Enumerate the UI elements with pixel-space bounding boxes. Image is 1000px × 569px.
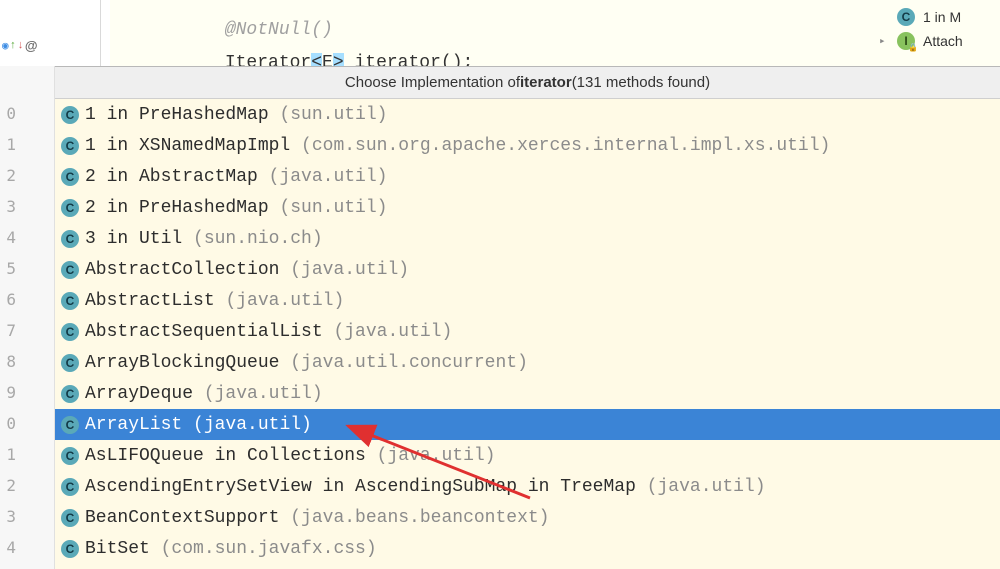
gutter: ◉ ↑ ↓ @ xyxy=(0,0,55,66)
list-item-package: (java.beans.beancontext) xyxy=(290,508,549,528)
list-item[interactable]: C 3 in Util (sun.nio.ch) xyxy=(55,223,1000,254)
list-item-package: (java.util) xyxy=(333,322,452,342)
list-item-name: 1 in XSNamedMapImpl xyxy=(85,136,301,156)
list-item[interactable]: C AbstractList (java.util) xyxy=(55,285,1000,316)
arrow-up-icon[interactable]: ↑ xyxy=(10,40,17,52)
list-item-package: (java.util) xyxy=(193,415,312,435)
line-number: 1 xyxy=(2,439,16,470)
popup-title-method: iterator xyxy=(520,74,572,91)
list-item[interactable]: C 1 in XSNamedMapImpl (com.sun.org.apache… xyxy=(55,130,1000,161)
list-item-name: 1 in PreHashedMap xyxy=(85,105,279,125)
class-icon: C xyxy=(61,540,79,558)
interface-icon: I🔒 xyxy=(897,32,915,50)
line-number: 5 xyxy=(2,253,16,284)
list-item[interactable]: C BeanContextSupport (java.beans.beancont… xyxy=(55,502,1000,533)
code-editor[interactable]: @NotNull() Iterator<E> iterator(); xyxy=(110,0,1000,66)
line-number: 6 xyxy=(2,284,16,315)
class-icon: C xyxy=(61,416,79,434)
line-number: 0 xyxy=(2,98,16,129)
chevron-right-icon[interactable]: ▸ xyxy=(879,34,889,48)
list-item-package: (java.util) xyxy=(647,477,766,497)
structure-label: 1 in M xyxy=(923,9,961,25)
list-item-name: 3 in Util xyxy=(85,229,193,249)
gutter-border xyxy=(100,0,101,66)
list-item[interactable]: C ArrayDeque (java.util) xyxy=(55,378,1000,409)
gutter-icons: ◉ ↑ ↓ @ xyxy=(2,38,38,53)
list-item-name: AbstractList xyxy=(85,291,225,311)
class-icon: C xyxy=(61,447,79,465)
list-item-name: 2 in PreHashedMap xyxy=(85,198,279,218)
line-number: 9 xyxy=(2,377,16,408)
list-item-name: ArrayBlockingQueue xyxy=(85,353,290,373)
list-item-package: (java.util.concurrent) xyxy=(290,353,528,373)
line-number-gutter: 0 1 2 3 4 5 6 7 8 9 0 1 2 3 4 xyxy=(0,66,55,569)
list-item[interactable]: C 2 in AbstractMap (java.util) xyxy=(55,161,1000,192)
popup-title: Choose Implementation of iterator (131 m… xyxy=(55,67,1000,99)
structure-item[interactable]: ▸ I🔒 Attach xyxy=(875,29,1000,53)
arrow-down-icon[interactable]: ↓ xyxy=(17,40,24,52)
structure-item[interactable]: C 1 in M xyxy=(875,5,1000,29)
popup-title-prefix: Choose Implementation of xyxy=(345,74,520,91)
list-item-name: AbstractCollection xyxy=(85,260,290,280)
line-number: 4 xyxy=(2,532,16,563)
class-icon: C xyxy=(61,509,79,527)
class-icon: C xyxy=(61,230,79,248)
class-icon: C xyxy=(61,137,79,155)
class-icon: C xyxy=(61,292,79,310)
class-icon: C xyxy=(897,8,915,26)
list-item-name: BeanContextSupport xyxy=(85,508,290,528)
lock-icon: 🔒 xyxy=(908,43,918,52)
line-number: 2 xyxy=(2,470,16,501)
class-icon: C xyxy=(61,106,79,124)
list-item-name: AscendingEntrySetView in AscendingSubMap… xyxy=(85,477,647,497)
list-item-package: (java.util) xyxy=(377,446,496,466)
line-number: 3 xyxy=(2,501,16,532)
structure-panel: C 1 in M ▸ I🔒 Attach xyxy=(875,5,1000,53)
list-item-package: (java.util) xyxy=(225,291,344,311)
list-item-package: (java.util) xyxy=(269,167,388,187)
list-item-package: (sun.nio.ch) xyxy=(193,229,323,249)
annotation-icon[interactable]: @ xyxy=(25,38,38,53)
line-number: 0 xyxy=(2,408,16,439)
list-item-package: (sun.util) xyxy=(279,105,387,125)
list-item-package: (com.sun.org.apache.xerces.internal.impl… xyxy=(301,136,830,156)
list-item-name: BitSet xyxy=(85,539,161,559)
list-item-name: AsLIFOQueue in Collections xyxy=(85,446,377,466)
list-item-name: AbstractSequentialList xyxy=(85,322,333,342)
structure-label: Attach xyxy=(923,33,963,49)
class-icon: C xyxy=(61,168,79,186)
line-number: 1 xyxy=(2,129,16,160)
list-item-package: (com.sun.javafx.css) xyxy=(161,539,377,559)
override-icon[interactable]: ◉ xyxy=(2,39,9,53)
list-item[interactable]: C AscendingEntrySetView in AscendingSubMa… xyxy=(55,471,1000,502)
list-item[interactable]: C AbstractSequentialList (java.util) xyxy=(55,316,1000,347)
class-icon: C xyxy=(61,261,79,279)
class-icon: C xyxy=(61,354,79,372)
implementation-popup: Choose Implementation of iterator (131 m… xyxy=(55,66,1000,569)
line-number: 4 xyxy=(2,222,16,253)
line-number: 2 xyxy=(2,160,16,191)
class-icon: C xyxy=(61,199,79,217)
list-item-package: (java.util) xyxy=(290,260,409,280)
list-item[interactable]: C BitSet (com.sun.javafx.css) xyxy=(55,533,1000,564)
list-item-name: ArrayDeque xyxy=(85,384,204,404)
class-icon: C xyxy=(61,323,79,341)
list-item-package: (java.util) xyxy=(204,384,323,404)
list-item-package: (sun.util) xyxy=(279,198,387,218)
list-item[interactable]: C ArrayBlockingQueue (java.util.concurren… xyxy=(55,347,1000,378)
popup-list[interactable]: C 1 in PreHashedMap (sun.util) C 1 in XSNam… xyxy=(55,99,1000,569)
list-item[interactable]: C AbstractCollection (java.util) xyxy=(55,254,1000,285)
class-icon: C xyxy=(61,385,79,403)
list-item[interactable]: C ArrayList (java.util) xyxy=(55,409,1000,440)
line-number: 3 xyxy=(2,191,16,222)
list-item[interactable]: C AsLIFOQueue in Collections (java.util) xyxy=(55,440,1000,471)
line-number: 7 xyxy=(2,315,16,346)
popup-title-suffix: (131 methods found) xyxy=(572,74,710,91)
line-number: 8 xyxy=(2,346,16,377)
list-item-name: ArrayList xyxy=(85,415,193,435)
class-icon: C xyxy=(61,478,79,496)
list-item[interactable]: C 2 in PreHashedMap (sun.util) xyxy=(55,192,1000,223)
list-item-name: 2 in AbstractMap xyxy=(85,167,269,187)
list-item[interactable]: C 1 in PreHashedMap (sun.util) xyxy=(55,99,1000,130)
